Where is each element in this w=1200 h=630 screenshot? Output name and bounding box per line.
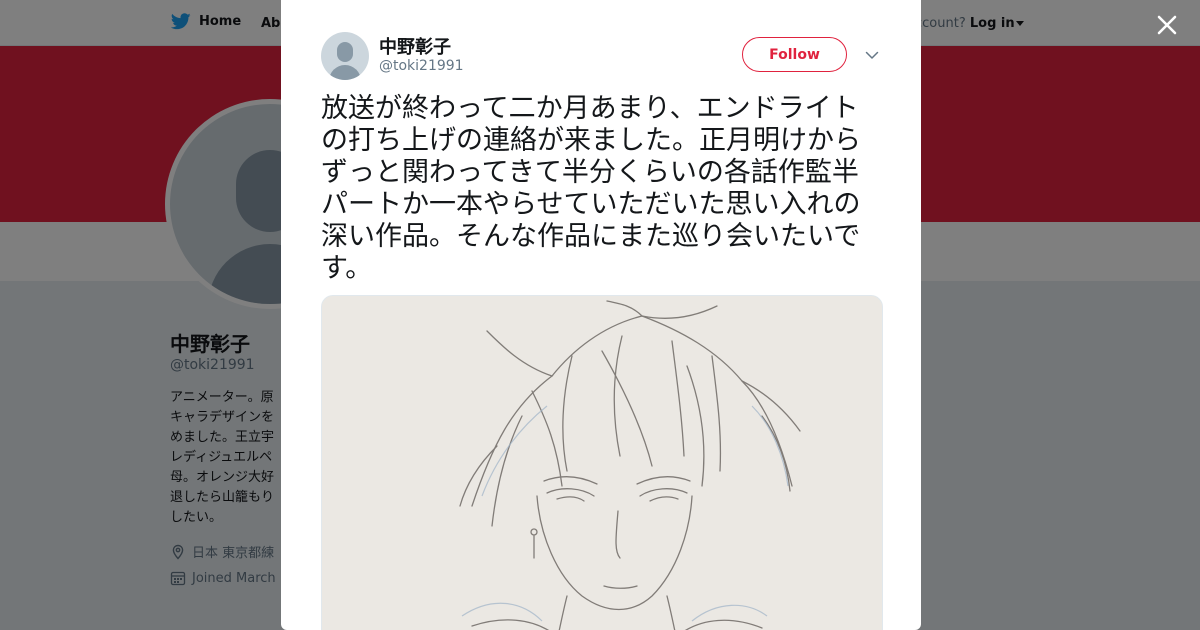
author-avatar[interactable] — [321, 32, 369, 80]
close-icon[interactable] — [1154, 12, 1180, 38]
tweet-modal: 中野彰子 @toki21991 Follow 放送が終わって二か月あまり、エンド… — [281, 0, 921, 630]
tweet-media-image[interactable] — [321, 295, 883, 630]
author-name[interactable]: 中野彰子 — [379, 33, 451, 59]
author-handle[interactable]: @toki21991 — [379, 58, 464, 74]
follow-button[interactable]: Follow — [742, 37, 847, 72]
anime-sketch-illustration — [322, 296, 882, 630]
tweet-text: 放送が終わって二か月あまり、エンドライトの打ち上げの連絡が来ました。正月明けから… — [321, 93, 861, 284]
chevron-down-icon[interactable] — [864, 47, 880, 63]
